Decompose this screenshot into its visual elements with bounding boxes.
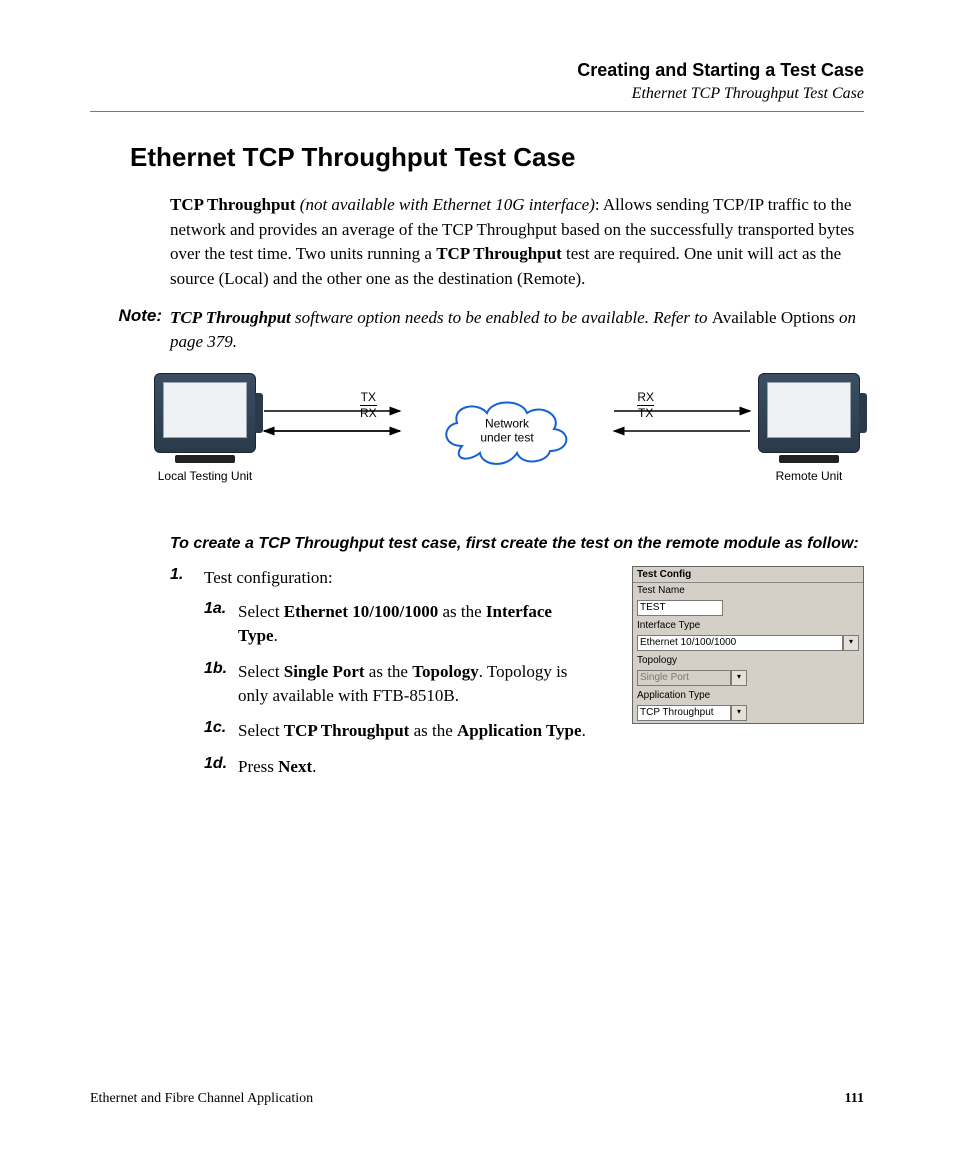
test-name-input[interactable]: TEST <box>637 600 723 616</box>
note-bold-italic: TCP Throughput <box>170 308 291 327</box>
s1d-pre: Press <box>238 757 278 776</box>
s1b-mid: as the <box>365 662 413 681</box>
step-1b: 1b. Select Single Port as the Topology. … <box>204 660 584 708</box>
s1c-post: . <box>582 721 586 740</box>
intro-lead-italic: (not available with Ethernet 10G interfa… <box>296 195 595 214</box>
footer-page-number: 111 <box>845 1091 864 1107</box>
intro-mid-bold: TCP Throughput <box>436 244 562 263</box>
intro-paragraph: TCP Throughput (not available with Ether… <box>170 193 864 292</box>
s1b-pre: Select <box>238 662 284 681</box>
step-1c: 1c. Select TCP Throughput as the Applica… <box>204 719 612 743</box>
note-label: Note: <box>90 306 170 355</box>
s1c-pre: Select <box>238 721 284 740</box>
section-subtitle: Ethernet TCP Throughput Test Case <box>90 85 864 103</box>
s1a-post: . <box>274 626 278 645</box>
s1a-b1: Ethernet 10/100/1000 <box>284 602 438 621</box>
step-1: 1. Test configuration: <box>170 566 612 590</box>
step-1b-num: 1b. <box>204 660 238 708</box>
test-name-label: Test Name <box>633 583 863 598</box>
local-unit-icon: Local Testing Unit <box>150 373 260 483</box>
s1c-mid: as the <box>409 721 457 740</box>
s1a-mid: as the <box>438 602 486 621</box>
topology-select[interactable]: Single Port <box>637 670 731 686</box>
step-1d-num: 1d. <box>204 755 238 779</box>
s1b-b2: Topology <box>412 662 478 681</box>
cloud-line1: Network <box>480 416 533 430</box>
s1c-b1: TCP Throughput <box>284 721 410 740</box>
s1a-pre: Select <box>238 602 284 621</box>
txrx-left: TX RX <box>360 391 377 420</box>
instructions-lead: To create a TCP Throughput test case, fi… <box>170 533 864 555</box>
topology-dropdown-icon[interactable]: ▾ <box>731 670 747 686</box>
step-1c-num: 1c. <box>204 719 238 743</box>
remote-unit-label: Remote Unit <box>754 469 864 483</box>
link-left <box>262 399 402 443</box>
header-rule <box>90 111 864 112</box>
note-italic-1: software option needs to be enabled to b… <box>291 308 712 327</box>
step-1-text: Test configuration: <box>204 566 333 590</box>
config-header: Test Config <box>633 567 863 583</box>
page-footer: Ethernet and Fibre Channel Application 1… <box>90 1091 864 1107</box>
cloud-icon: Network under test <box>432 391 582 471</box>
note-plain: Available Options <box>712 308 835 327</box>
link-right <box>612 399 752 443</box>
application-type-label: Application Type <box>633 688 863 703</box>
interface-type-label: Interface Type <box>633 618 863 633</box>
interface-type-dropdown-icon[interactable]: ▾ <box>843 635 859 651</box>
step-1a: 1a. Select Ethernet 10/100/1000 as the I… <box>204 600 584 648</box>
network-diagram: Local Testing Unit TX RX Netw <box>150 373 864 513</box>
local-unit-label: Local Testing Unit <box>150 469 260 483</box>
step-1-num: 1. <box>170 566 204 590</box>
application-type-select[interactable]: TCP Throughput <box>637 705 731 721</box>
tx-label-left: TX <box>360 391 377 404</box>
interface-type-select[interactable]: Ethernet 10/100/1000 <box>637 635 843 651</box>
chapter-title: Creating and Starting a Test Case <box>90 60 864 81</box>
footer-doc-title: Ethernet and Fibre Channel Application <box>90 1091 313 1107</box>
rx-label-left: RX <box>360 407 377 420</box>
note-block: Note: TCP Throughput software option nee… <box>90 306 864 355</box>
s1c-b2: Application Type <box>457 721 582 740</box>
s1d-b1: Next <box>278 757 312 776</box>
intro-lead-bold: TCP Throughput <box>170 195 296 214</box>
s1b-b1: Single Port <box>284 662 365 681</box>
topology-label: Topology <box>633 653 863 668</box>
step-1a-num: 1a. <box>204 600 238 648</box>
page-title: Ethernet TCP Throughput Test Case <box>130 142 864 173</box>
remote-unit-icon: Remote Unit <box>754 373 864 483</box>
cloud-line2: under test <box>480 431 533 445</box>
application-type-dropdown-icon[interactable]: ▾ <box>731 705 747 721</box>
test-config-panel: Test Config Test Name TEST Interface Typ… <box>632 566 864 724</box>
s1d-post: . <box>312 757 316 776</box>
step-1d: 1d. Press Next. <box>204 755 612 779</box>
